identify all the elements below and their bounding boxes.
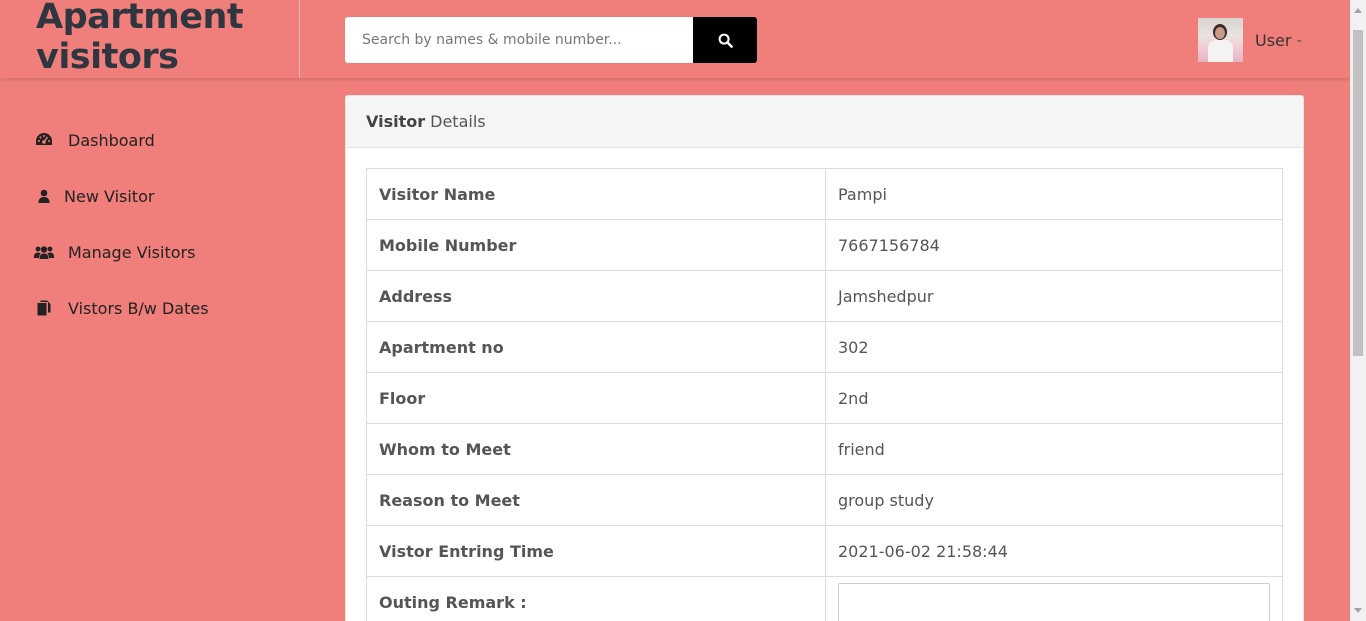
outing-remark-label: Outing Remark : — [366, 576, 826, 621]
row-label: Mobile Number — [366, 219, 826, 271]
row-value: friend — [825, 423, 1283, 475]
top-bar: Apartment visitors User ⌄ — [0, 0, 1350, 78]
user-icon — [34, 186, 54, 206]
user-dropdown-toggle[interactable]: User ⌄ — [1255, 31, 1303, 50]
sidebar-item-label: Dashboard — [68, 130, 155, 150]
table-row: Address Jamshedpur — [366, 270, 1283, 322]
row-value: 2021-06-02 21:58:44 — [825, 525, 1283, 577]
visitor-details-table: Visitor Name Pampi Mobile Number 7667156… — [366, 168, 1283, 621]
sidebar: Dashboard New Visitor Manage Visitors Vi… — [0, 112, 300, 336]
brand-line-2: visitors — [36, 37, 179, 77]
sidebar-item-label: Vistors B/w Dates — [68, 298, 209, 318]
visitor-details-panel: Visitor Details Visitor Name Pampi Mobil… — [345, 95, 1304, 621]
table-row: Floor 2nd — [366, 372, 1283, 424]
table-row: Mobile Number 7667156784 — [366, 219, 1283, 271]
sidebar-item-manage-visitors[interactable]: Manage Visitors — [0, 224, 300, 280]
row-label: Visitor Name — [366, 168, 826, 220]
table-row: Apartment no 302 — [366, 321, 1283, 373]
chevron-down-icon: ⌄ — [1295, 35, 1304, 45]
dashboard-icon — [34, 130, 54, 150]
user-menu[interactable]: User ⌄ — [1198, 18, 1303, 62]
scrollbar-thumb[interactable] — [1353, 30, 1363, 356]
sidebar-item-dashboard[interactable]: Dashboard — [0, 112, 300, 168]
page-scrollbar[interactable] — [1350, 0, 1366, 621]
panel-title-rest: Details — [430, 112, 486, 131]
table-row: Visitor Name Pampi — [366, 168, 1283, 220]
row-label: Address — [366, 270, 826, 322]
table-row: Reason to Meet group study — [366, 474, 1283, 526]
row-value: Jamshedpur — [825, 270, 1283, 322]
row-label: Whom to Meet — [366, 423, 826, 475]
row-label: Apartment no — [366, 321, 826, 373]
table-row: Outing Remark : — [366, 576, 1283, 621]
row-label: Vistor Entring Time — [366, 525, 826, 577]
table-row: Whom to Meet friend — [366, 423, 1283, 475]
row-value: group study — [825, 474, 1283, 526]
scroll-down-arrow-icon[interactable] — [1354, 608, 1362, 613]
search-input[interactable] — [345, 17, 693, 63]
outing-remark-input[interactable] — [838, 583, 1270, 621]
sidebar-item-visitors-between-dates[interactable]: Vistors B/w Dates — [0, 280, 300, 336]
search-button[interactable] — [693, 17, 757, 63]
brand-logo: Apartment visitors — [0, 0, 300, 78]
search-icon — [718, 33, 733, 48]
sidebar-item-label: New Visitor — [64, 186, 155, 206]
row-value: Pampi — [825, 168, 1283, 220]
panel-header: Visitor Details — [346, 96, 1303, 148]
outing-remark-cell — [825, 576, 1283, 621]
copy-icon — [34, 298, 54, 318]
row-value: 7667156784 — [825, 219, 1283, 271]
sidebar-item-new-visitor[interactable]: New Visitor — [0, 168, 300, 224]
row-value: 2nd — [825, 372, 1283, 424]
user-label: User — [1255, 30, 1292, 50]
scroll-up-arrow-icon[interactable] — [1354, 8, 1362, 13]
avatar — [1198, 18, 1243, 62]
users-icon — [34, 242, 54, 262]
search-form — [345, 17, 757, 63]
row-label: Floor — [366, 372, 826, 424]
table-row: Vistor Entring Time 2021-06-02 21:58:44 — [366, 525, 1283, 577]
brand-line-1: Apartment — [36, 0, 244, 37]
sidebar-item-label: Manage Visitors — [68, 242, 196, 262]
row-value: 302 — [825, 321, 1283, 373]
row-label: Reason to Meet — [366, 474, 826, 526]
panel-title-bold: Visitor — [366, 112, 426, 131]
